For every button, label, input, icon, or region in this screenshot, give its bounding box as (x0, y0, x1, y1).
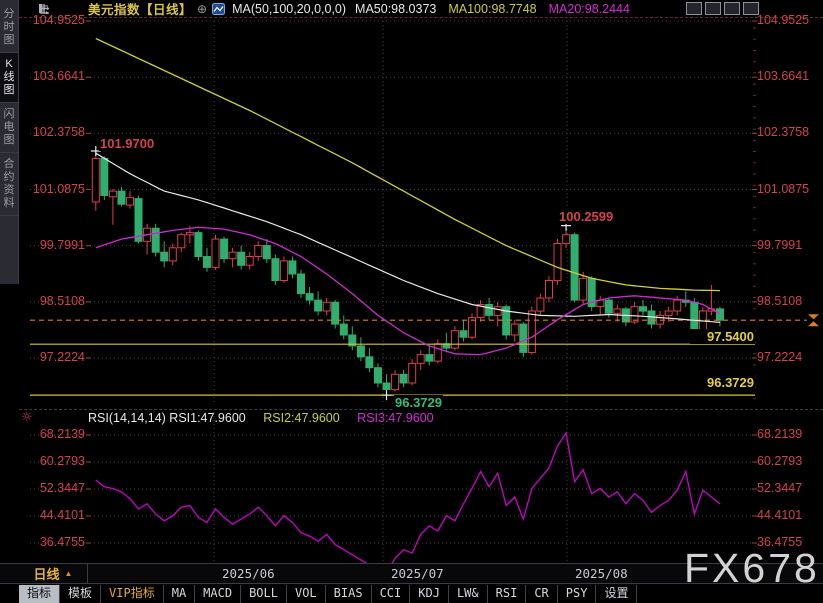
ma20-value-label: MA20:98.2444 (548, 1, 630, 16)
tab-BIAS[interactable]: BIAS (326, 585, 372, 603)
chart-style-icon[interactable] (212, 2, 226, 15)
tab-VOL[interactable]: VOL (287, 585, 326, 603)
instrument-title: 美元指数【日线】 (88, 3, 193, 17)
indicator-tab-bar: 指标 模板 VIP指标 MA MACD BOLL VOL BIAS CCI KDJ LW& RSI CR… (0, 585, 823, 603)
tab-设置[interactable]: 设置 (596, 585, 638, 603)
x-axis-date-label: 2025/08 (575, 566, 628, 581)
x-axis-date-label: 2025/06 (222, 566, 275, 581)
fit-vertical-axis-icon[interactable] (39, 2, 721, 15)
tab-LW&[interactable]: LW& (449, 585, 488, 603)
tab-VIP指标[interactable]: VIP指标 (101, 585, 164, 603)
tab-CR[interactable]: CR (526, 585, 558, 603)
tab-模板[interactable]: 模板 (60, 585, 102, 603)
ma50-value-label: MA50:98.0373 (355, 1, 437, 16)
add-symbol-icon[interactable]: ⊕ (197, 2, 207, 16)
crosshair-move-icon[interactable] (39, 2, 702, 15)
chart-type-sidebar: 分时图 K线图 闪电图 合约资料 (0, 0, 19, 284)
sidebar-item-flash-chart[interactable]: 闪电图 (0, 103, 18, 153)
tab-BOLL[interactable]: BOLL (241, 585, 287, 603)
sidebar-item-kline-chart[interactable]: K线图 (0, 53, 18, 103)
trading-app-window: 分时图 K线图 闪电图 合约资料 美元指数【日线】 ⊕ MA(50,100,20,0,… (0, 0, 823, 603)
x-axis-date-label: 2025/07 (391, 566, 444, 581)
sidebar-item-time-chart[interactable]: 分时图 (0, 3, 18, 53)
ma-formula-label: MA(50,100,20,0,0,0) (232, 1, 347, 16)
period-arrow-icon: ▲ (64, 569, 73, 578)
time-axis-row: 日线 ▲ 2025/06 2025/07 2025/08 (0, 563, 823, 584)
tab-MACD[interactable]: MACD (195, 585, 242, 603)
tab-指标[interactable]: 指标 (19, 585, 61, 603)
tab-MA[interactable]: MA (164, 585, 196, 603)
ma100-value-label: MA100:98.7748 (448, 1, 537, 16)
tab-KDJ[interactable]: KDJ (410, 585, 449, 603)
tab-RSI[interactable]: RSI (488, 585, 527, 603)
sidebar-item-contract-info[interactable]: 合约资料 (0, 153, 18, 216)
chart-header-bar: 美元指数【日线】 ⊕ MA(50,100,20,0,0,0) MA50:98.0… (19, 0, 823, 18)
tab-PSY[interactable]: PSY (558, 585, 597, 603)
period-selector[interactable]: 日线 ▲ (19, 564, 88, 583)
main-chart-canvas[interactable] (19, 18, 823, 408)
rsi-chart-canvas[interactable] (19, 410, 823, 564)
chart-tool-icons (39, 2, 759, 15)
fit-horizontal-axis-icon[interactable] (39, 2, 740, 15)
shift-window-right-icon[interactable] (39, 2, 759, 15)
period-label: 日线 (33, 567, 60, 582)
tab-CCI[interactable]: CCI (372, 585, 411, 603)
